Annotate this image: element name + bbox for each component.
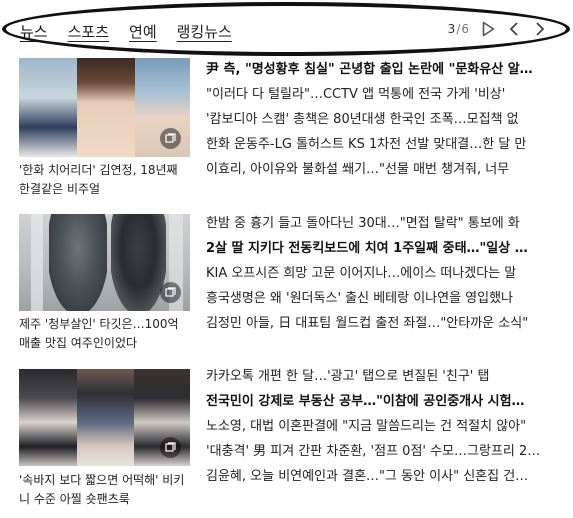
- headline-item[interactable]: '캄보디아 스캠' 총책은 80년대생 한국인 조폭…모집책 없: [206, 107, 551, 132]
- chevron-right-icon[interactable]: [532, 20, 548, 38]
- headline-item[interactable]: KIA 오프시즌 희망 고문 이어지나…에이스 떠나겠다는 말: [206, 261, 551, 286]
- headline-item[interactable]: 2살 딸 지키다 전동킥보드에 치여 1주일째 중태…"일상 …: [206, 236, 551, 261]
- headline-item[interactable]: 한화 운동주-LG 톨허스트 KS 1차전 선발 맞대결…한 달 만: [206, 132, 551, 157]
- tab-news[interactable]: 뉴스: [20, 21, 48, 42]
- headline-item[interactable]: 김윤혜, 오늘 비연예인과 결혼…"그 동안 이사" 신혼집 건…: [206, 464, 551, 489]
- pager: 3/6: [448, 20, 548, 38]
- headline-item[interactable]: 이효리, 아이유와 불화설 쐐기…"선물 매번 챙겨줘, 너무: [206, 157, 551, 182]
- section-header: 뉴스 스포츠 연예 랭킹뉴스 3/6: [2, 2, 570, 56]
- thumbnail-caption[interactable]: '속바지 보다 짧으면 어떡해' 비키니 수준 아찔 숏팬츠룩: [19, 471, 191, 509]
- thumbnail-caption[interactable]: 제주 '청부살인' 타깃은…100억 매출 맛집 여주인이었다: [19, 315, 191, 353]
- headline-list: 尹 측, "명성황후 침실" 곤녕합 출입 논란에 "문화유산 알… "이러다 …: [206, 57, 551, 182]
- news-thumbnail[interactable]: [19, 214, 190, 311]
- headline-item[interactable]: 尹 측, "명성황후 침실" 곤녕합 출입 논란에 "문화유산 알…: [206, 57, 551, 82]
- news-block: '한화 치어리더' 김연정, 18년째 한결같은 비주얼 尹 측, "명성황후 …: [0, 54, 573, 206]
- page-total: 6: [461, 22, 470, 36]
- news-block: '속바지 보다 짧으면 어떡해' 비키니 수준 아찔 숏팬츠룩 카카오톡 개편 …: [0, 367, 573, 518]
- news-thumbnail[interactable]: [19, 369, 190, 466]
- headline-list: 한밤 중 흉기 들고 돌아다닌 30대…"면접 탈락" 통보에 화 2살 딸 지…: [206, 211, 551, 336]
- headline-item[interactable]: 전국민이 강제로 부동산 공부…"이참에 공인중개사 시험…: [206, 389, 551, 414]
- page-indicator: 3/6: [448, 22, 470, 36]
- headline-item[interactable]: 카카오톡 개편 한 달…'광고' 탭으로 변질된 '친구' 탭: [206, 364, 551, 389]
- chevron-left-icon[interactable]: [506, 20, 522, 38]
- play-icon[interactable]: [480, 20, 496, 38]
- headline-item[interactable]: 흥국생명은 왜 '원더독스' 출신 베테랑 이나연을 영입했나: [206, 286, 551, 311]
- tab-entertainment[interactable]: 연예: [129, 21, 157, 42]
- headline-item[interactable]: 한밤 중 흉기 들고 돌아다닌 30대…"면접 탈락" 통보에 화: [206, 211, 551, 236]
- headline-item[interactable]: 김정민 아들, 日 대표팀 월드컵 출전 좌절…"안타까운 소식": [206, 311, 551, 336]
- video-icon: [160, 128, 181, 149]
- tab-sports[interactable]: 스포츠: [68, 21, 109, 42]
- thumbnail-caption[interactable]: '한화 치어리더' 김연정, 18년째 한결같은 비주얼: [19, 161, 191, 199]
- news-block: 제주 '청부살인' 타깃은…100억 매출 맛집 여주인이었다 한밤 중 흉기 …: [0, 211, 573, 363]
- headline-item[interactable]: '대충격' 男 피겨 간판 차준환, '점프 0점' 수모…그랑프리 2…: [206, 439, 551, 464]
- headline-item[interactable]: 노소영, 대법 이혼판결에 "지금 말씀드리는 건 적절치 않아": [206, 414, 551, 439]
- video-icon: [160, 282, 181, 303]
- tab-ranking-news[interactable]: 랭킹뉴스: [177, 21, 232, 42]
- video-icon: [160, 437, 181, 458]
- section-tabs: 뉴스 스포츠 연예 랭킹뉴스: [20, 21, 232, 42]
- news-thumbnail[interactable]: [19, 58, 190, 157]
- headline-list: 카카오톡 개편 한 달…'광고' 탭으로 변질된 '친구' 탭 전국민이 강제로…: [206, 364, 551, 489]
- headline-item[interactable]: "이러다 다 털릴라"…CCTV 앱 먹통에 전국 가게 '비상': [206, 82, 551, 107]
